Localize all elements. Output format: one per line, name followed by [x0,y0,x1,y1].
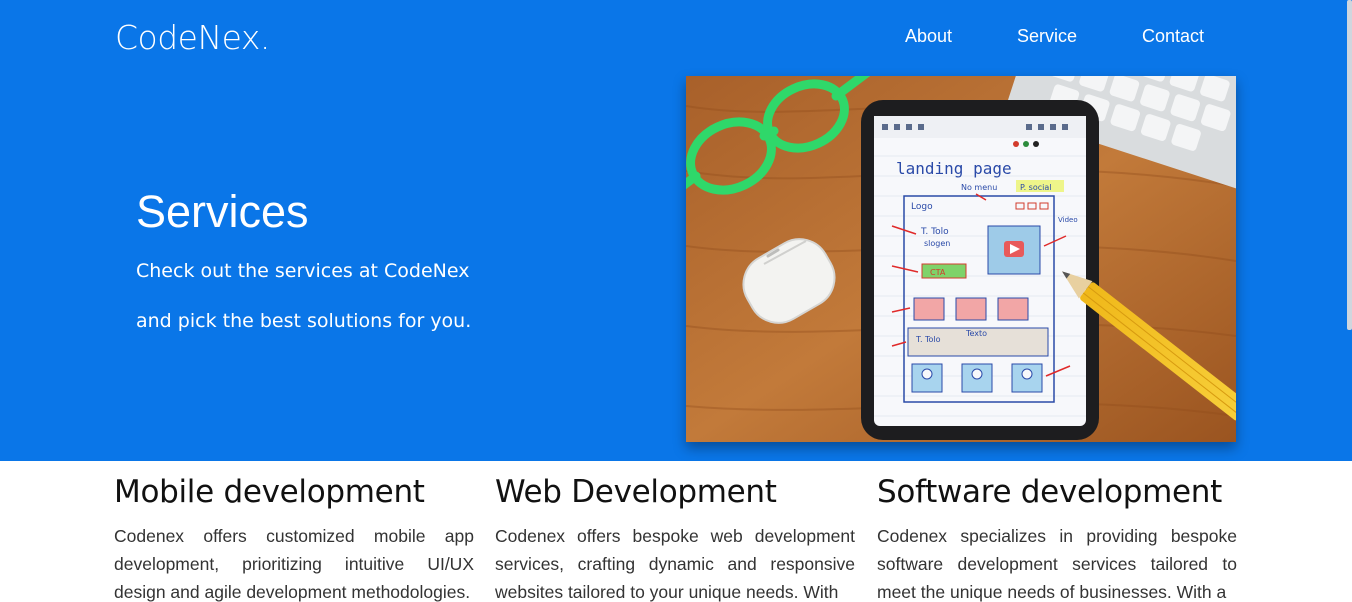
nav-link-about[interactable]: About [905,26,952,47]
nav-link-contact[interactable]: Contact [1142,26,1204,47]
nav-link-service[interactable]: Service [1017,26,1077,47]
svg-text:Logo: Logo [911,202,933,212]
service-description: Codenex specializes in providing bespoke… [877,526,1237,602]
svg-text:landing page: landing page [896,159,1012,178]
hero-subtitle-line-1: Check out the services at CodeNex [136,260,470,282]
service-description: Codenex offers customized mobile app dev… [114,526,474,602]
svg-text:Texto: Texto [965,329,987,338]
hero-image: landing page Logo No menu P. social T. T… [686,76,1236,442]
service-title: Software development [877,474,1223,510]
service-description: Codenex offers bespoke web development s… [495,526,855,602]
service-title: Mobile development [114,474,425,510]
svg-text:Video: Video [1058,216,1078,224]
svg-text:T. Tolo: T. Tolo [920,227,949,237]
service-card-mobile: Mobile development Codenex offers custom… [114,474,474,602]
page-scrollbar[interactable] [1347,0,1352,330]
svg-text:CTA: CTA [930,268,946,277]
hero-title: Services [136,186,309,237]
hero-subtitle-line-2: and pick the best solutions for you. [136,310,472,332]
hero-section: CodeNex. About Service Contact Services … [0,0,1352,461]
service-card-web: Web Development Codenex offers bespoke w… [495,474,855,602]
service-card-software: Software development Codenex specializes… [877,474,1237,602]
svg-text:T. Tolo: T. Tolo [915,335,941,344]
svg-text:slogen: slogen [924,239,950,248]
svg-text:P. social: P. social [1020,183,1051,192]
main-nav: About Service Contact [0,26,1352,50]
service-title: Web Development [495,474,777,510]
svg-text:No menu: No menu [961,183,997,192]
